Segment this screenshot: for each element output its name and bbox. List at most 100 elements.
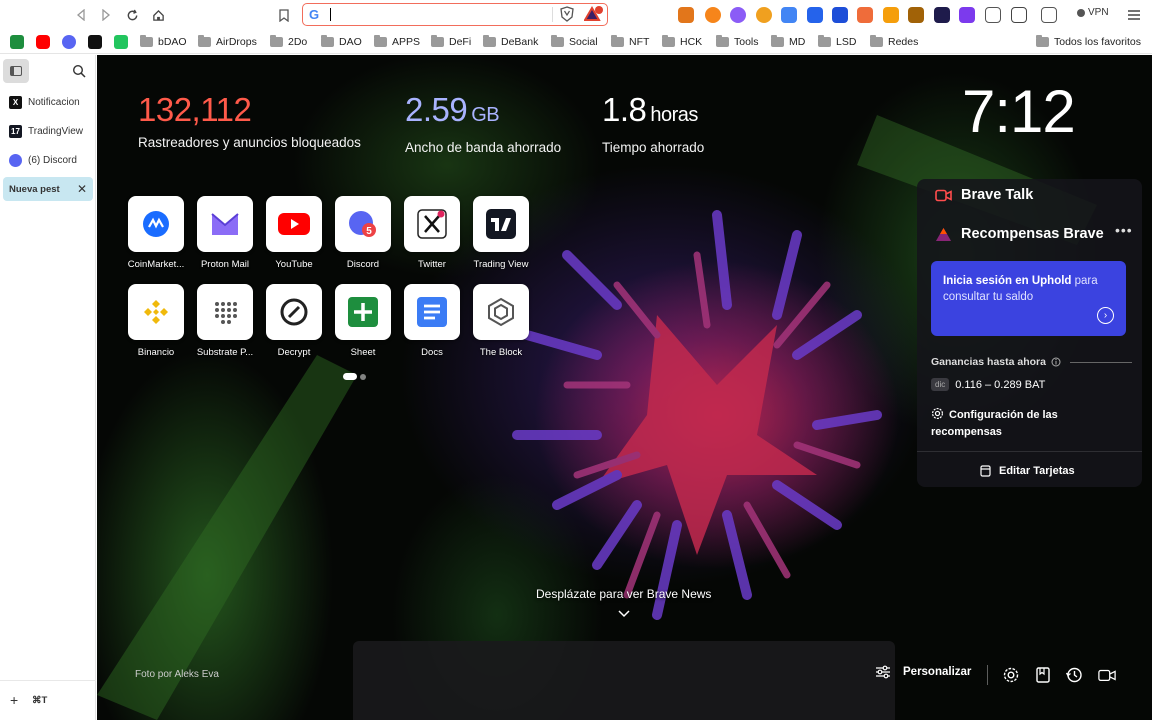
fox-extension-icon[interactable]: [883, 7, 899, 23]
bookmark-folder-defi[interactable]: DeFi: [431, 34, 471, 50]
top-site-substrate[interactable]: Substrate P...: [196, 284, 254, 358]
customize-button[interactable]: Personalizar: [875, 665, 971, 679]
gem-extension-icon[interactable]: [959, 7, 975, 23]
address-bar[interactable]: G: [302, 3, 608, 26]
theblock-icon: [488, 297, 514, 327]
top-site-tradingview[interactable]: Trading View: [472, 196, 530, 270]
forward-icon: [102, 9, 111, 21]
tab-tradingview[interactable]: 17 TradingView: [3, 119, 93, 143]
bookmark-button[interactable]: [274, 5, 294, 25]
metamask-extension-icon[interactable]: [678, 7, 694, 23]
dapp-bookmark-icon[interactable]: [114, 35, 128, 49]
bookmark-folder-tools[interactable]: Tools: [716, 34, 759, 50]
top-site-sheet[interactable]: Sheet: [334, 284, 392, 358]
brave-shields-icon[interactable]: [560, 6, 574, 22]
tab-nueva-pestana[interactable]: Nueva pest ✕: [3, 177, 93, 201]
url-input[interactable]: [333, 5, 543, 23]
reload-button[interactable]: [122, 5, 142, 25]
sidebar-panel-icon[interactable]: [1011, 7, 1027, 23]
discord-bookmark-icon[interactable]: [62, 35, 76, 49]
top-site-label: Proton Mail: [200, 259, 250, 270]
google-sheets-bookmark-icon[interactable]: [10, 35, 24, 49]
settings-gear-icon[interactable]: [1002, 666, 1020, 684]
top-site-protonmail[interactable]: Proton Mail: [196, 196, 254, 270]
photo-credit[interactable]: Foto por Aleks Eva: [135, 669, 219, 680]
top-site-coinmarketcap[interactable]: CoinMarket...: [127, 196, 185, 270]
wallet-icon[interactable]: [1041, 7, 1057, 23]
new-tab-plus-icon[interactable]: +: [10, 692, 18, 708]
top-site-youtube[interactable]: YouTube: [265, 196, 323, 270]
chevron-right-icon[interactable]: ›: [1097, 307, 1114, 324]
folder-icon: [321, 35, 334, 47]
home-button[interactable]: [148, 5, 168, 25]
uphold-login-card[interactable]: Inicia sesión en Uphold para consultar t…: [931, 261, 1126, 336]
shield-extension-icon[interactable]: [807, 7, 823, 23]
bookmark-folder-2do[interactable]: 2Do: [270, 34, 307, 50]
bookmark-folder-bdao[interactable]: bDAO: [140, 34, 187, 50]
info-icon[interactable]: [1051, 357, 1061, 367]
bookmark-folder-redes[interactable]: Redes: [870, 34, 918, 50]
translate-extension-icon[interactable]: [781, 7, 797, 23]
brave-talk-video-icon[interactable]: [1098, 666, 1116, 684]
bookmark-folder-lsd[interactable]: LSD: [818, 34, 856, 50]
bookmark-folder-all-favorites[interactable]: Todos los favoritos: [1036, 34, 1141, 50]
back-button[interactable]: [71, 5, 91, 25]
bookmark-folder-apps[interactable]: APPS: [374, 34, 420, 50]
folder-icon: [716, 35, 729, 47]
top-site-docs[interactable]: Docs: [403, 284, 461, 358]
brave-news-hint[interactable]: Desplázate para ver Brave News: [536, 587, 711, 601]
bookmark-folder-hck[interactable]: HCK: [662, 34, 702, 50]
bookmark-label: bDAO: [158, 36, 187, 48]
trackers-value: 132,112: [138, 91, 252, 128]
top-site-discord[interactable]: 5 Discord: [334, 196, 392, 270]
tools-extension-icon[interactable]: [857, 7, 873, 23]
tab-discord[interactable]: (6) Discord: [3, 148, 93, 172]
top-site-theblock[interactable]: The Block: [472, 284, 530, 358]
sidebar-toggle-icon: [10, 66, 22, 76]
youtube-bookmark-icon[interactable]: [36, 35, 50, 49]
profile-extension-icon[interactable]: [908, 7, 924, 23]
close-tab-icon[interactable]: ✕: [77, 182, 87, 196]
menu-button[interactable]: [1124, 5, 1144, 25]
top-site-binance[interactable]: Binancio: [127, 284, 185, 358]
bookmark-folder-dao[interactable]: DAO: [321, 34, 362, 50]
x-bookmark-icon[interactable]: [88, 35, 102, 49]
toggle-sidebar-button[interactable]: [3, 59, 29, 83]
brave-talk-card[interactable]: Brave Talk: [935, 187, 1033, 203]
wallet-extension-icon[interactable]: [705, 7, 721, 23]
forward-button[interactable]: [96, 5, 116, 25]
rewards-widget: Brave Talk Recompensas Brave ••• Inicia …: [917, 179, 1142, 487]
cloud-extension-icon[interactable]: [730, 7, 746, 23]
bookmarks-manager-icon[interactable]: [1034, 666, 1052, 684]
top-site-decrypt[interactable]: Decrypt: [265, 284, 323, 358]
more-options-icon[interactable]: •••: [1115, 222, 1133, 238]
dark-extension-icon[interactable]: [934, 7, 950, 23]
top-site-twitter[interactable]: Twitter: [403, 196, 461, 270]
extensions-puzzle-icon[interactable]: [985, 7, 1001, 23]
page-dot[interactable]: [360, 374, 366, 380]
bookmark-folder-debank[interactable]: DeBank: [483, 34, 538, 50]
bookmark-folder-airdrops[interactable]: AirDrops: [198, 34, 257, 50]
bookmark-folder-social[interactable]: Social: [551, 34, 598, 50]
brave-rewards-icon[interactable]: [584, 5, 604, 22]
tradingview-icon: [486, 209, 516, 239]
vpn-button[interactable]: VPN: [1077, 7, 1109, 18]
folder-icon: [140, 35, 153, 47]
folder-icon: [662, 35, 675, 47]
top-sites-pagination[interactable]: [343, 373, 366, 380]
history-icon[interactable]: [1065, 666, 1083, 684]
folder-icon: [483, 35, 496, 47]
search-tabs-icon[interactable]: [72, 64, 86, 78]
rewards-settings-link[interactable]: Configuración de las recompensas: [931, 407, 1121, 441]
bookmarks-bar: bDAO AirDrops 2Do DAO APPS DeFi DeBank S…: [0, 30, 1152, 54]
bookmark-folder-nft[interactable]: NFT: [611, 34, 649, 50]
bookmark-folder-md[interactable]: MD: [771, 34, 805, 50]
keplr-extension-icon[interactable]: [832, 7, 848, 23]
edit-cards-button[interactable]: Editar Tarjetas: [980, 465, 1075, 477]
page-dot-active[interactable]: [343, 373, 357, 380]
uphold-login-link[interactable]: Inicia sesión en Uphold: [943, 275, 1071, 287]
bitcoin-extension-icon[interactable]: [756, 7, 772, 23]
chevron-down-icon[interactable]: [618, 610, 630, 618]
tab-notificaciones[interactable]: X Notificacion: [3, 90, 93, 114]
top-site-label: Twitter: [418, 259, 446, 270]
